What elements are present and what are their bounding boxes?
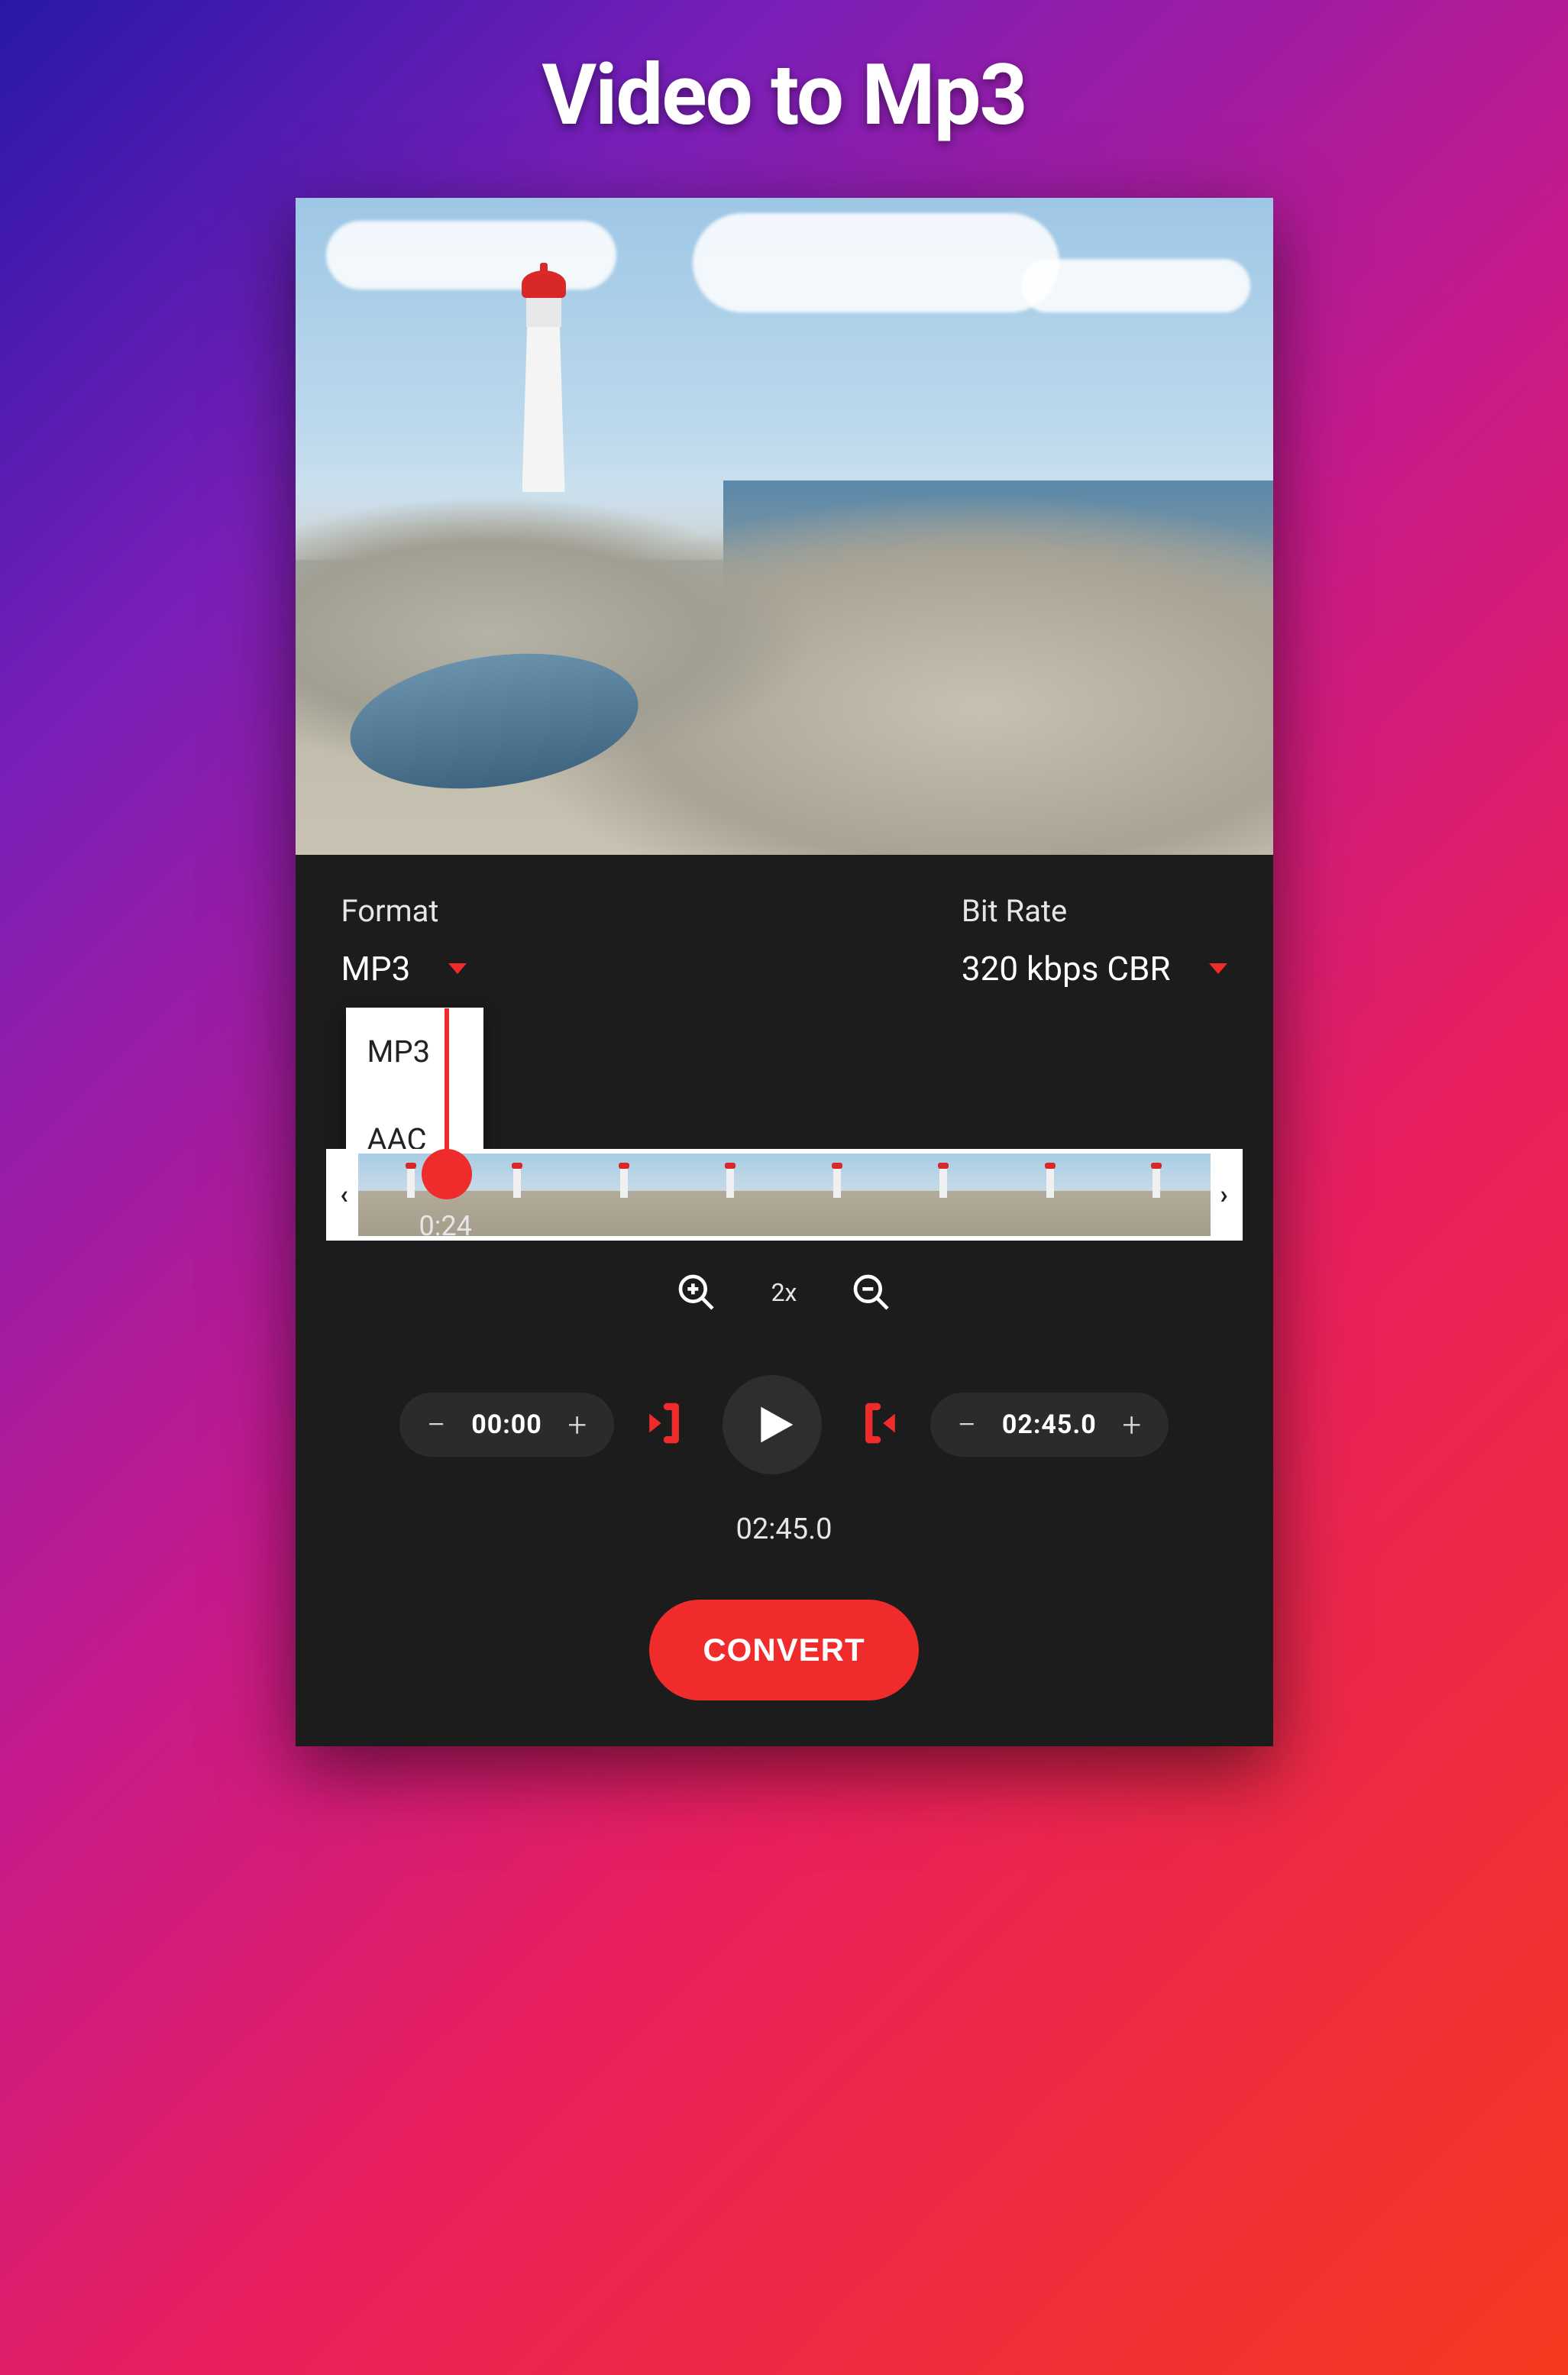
timeline-next-button[interactable]: › <box>1211 1154 1238 1236</box>
play-button[interactable] <box>723 1375 822 1474</box>
controls-row: − 00:00 + − 02:45.0 + <box>296 1375 1273 1474</box>
format-select[interactable]: MP3 <box>341 949 467 989</box>
mark-out-icon <box>852 1399 900 1447</box>
start-time-stepper: − 00:00 + <box>399 1393 614 1457</box>
bitrate-value: 320 kbps CBR <box>962 949 1171 989</box>
play-icon <box>754 1403 797 1446</box>
start-time-value: 00:00 <box>471 1409 542 1440</box>
timeline-thumb[interactable] <box>464 1154 571 1236</box>
mark-out-button[interactable] <box>852 1399 900 1450</box>
zoom-in-button[interactable] <box>675 1271 718 1314</box>
end-time-value: 02:45.0 <box>1002 1409 1097 1440</box>
zoom-in-icon <box>675 1271 718 1314</box>
timeline-section: ‹ › 0:24 2x <box>296 1011 1273 1329</box>
mark-in-button[interactable] <box>645 1399 692 1450</box>
timeline-thumb[interactable] <box>677 1154 784 1236</box>
zoom-out-button[interactable] <box>850 1271 893 1314</box>
mark-in-icon <box>645 1399 692 1447</box>
duration-label: 02:45.0 <box>296 1513 1273 1546</box>
format-value: MP3 <box>341 949 411 989</box>
timeline-thumbs[interactable] <box>358 1154 1211 1236</box>
end-time-increase[interactable]: + <box>1117 1408 1147 1442</box>
playhead-time: 0:24 <box>419 1210 472 1242</box>
start-time-increase[interactable]: + <box>562 1408 593 1442</box>
timeline-thumb[interactable] <box>997 1154 1104 1236</box>
bitrate-label: Bit Rate <box>962 893 1227 929</box>
zoom-out-icon <box>850 1271 893 1314</box>
video-preview[interactable] <box>296 198 1273 855</box>
convert-button[interactable]: CONVERT <box>649 1600 918 1700</box>
timeline-thumb[interactable] <box>1104 1154 1211 1236</box>
lighthouse-graphic <box>517 270 571 492</box>
timeline-thumb[interactable] <box>571 1154 678 1236</box>
chevron-down-icon <box>1209 963 1227 974</box>
timeline-thumb[interactable] <box>891 1154 997 1236</box>
timeline-prev-button[interactable]: ‹ <box>331 1154 358 1236</box>
playhead[interactable] <box>445 1008 449 1184</box>
app-screen: Format MP3 Bit Rate 320 kbps CBR MP3 AAC… <box>296 198 1273 1746</box>
timeline-thumb[interactable] <box>784 1154 891 1236</box>
bitrate-select[interactable]: 320 kbps CBR <box>962 949 1227 989</box>
zoom-level: 2x <box>771 1278 797 1307</box>
end-time-stepper: − 02:45.0 + <box>930 1393 1169 1457</box>
end-time-decrease[interactable]: − <box>952 1408 982 1442</box>
start-time-decrease[interactable]: − <box>421 1408 451 1442</box>
settings-section: Format MP3 Bit Rate 320 kbps CBR MP3 AAC <box>296 855 1273 1011</box>
chevron-down-icon <box>448 963 467 974</box>
hero-title: Video to Mp3 <box>542 46 1026 144</box>
format-label: Format <box>341 893 467 929</box>
